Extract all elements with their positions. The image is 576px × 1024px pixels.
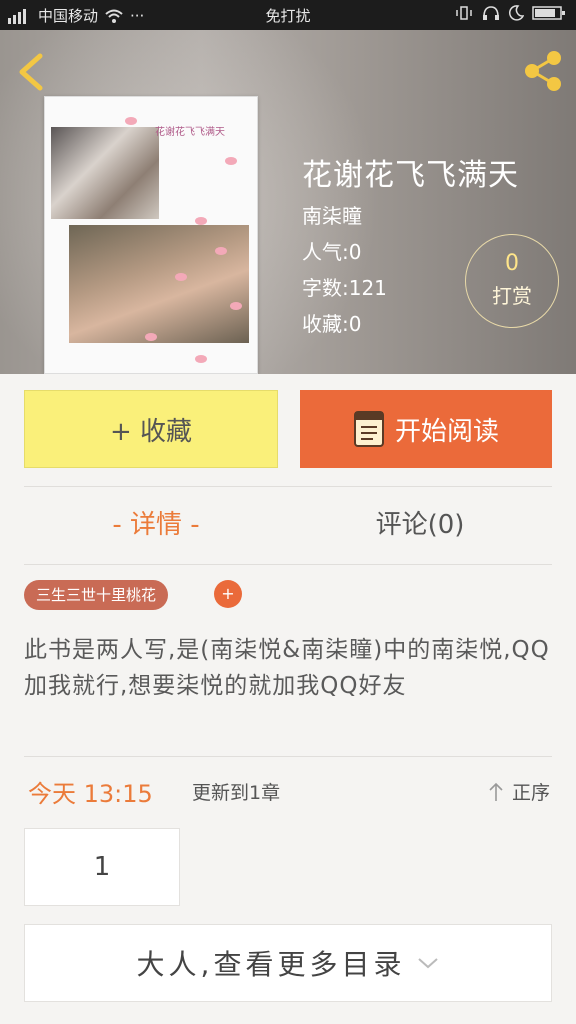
status-bar: 中国移动 ··· 免打扰 bbox=[0, 0, 576, 30]
start-reading-label: 开始阅读 bbox=[394, 416, 499, 447]
reward-count: 0 bbox=[505, 251, 519, 276]
battery-icon bbox=[532, 6, 565, 20]
book-icon bbox=[353, 411, 384, 447]
book-description: 此书是两人写,是(南柒悦&南柒瞳)中的南柒悦,QQ加我就行,想要柒悦的就加我QQ… bbox=[24, 637, 550, 699]
headphones-icon bbox=[483, 6, 499, 20]
favorite-button-label: + 收藏 bbox=[109, 416, 193, 447]
sort-order-toggle[interactable]: 正序 bbox=[488, 778, 550, 805]
word-count-stat: 字数:121 bbox=[302, 276, 387, 300]
back-icon[interactable] bbox=[14, 52, 50, 92]
start-reading-button[interactable]: 开始阅读 bbox=[300, 390, 552, 468]
more-catalog-label: 大人,查看更多目录 bbox=[136, 948, 406, 981]
book-cover: 花谢花飞飞满天 bbox=[44, 96, 258, 374]
popularity-stat: 人气:0 bbox=[302, 240, 362, 264]
reward-button[interactable]: 0 打赏 bbox=[465, 234, 559, 328]
book-header: 花谢花飞飞满天 花谢花飞飞满天 南柒瞳 人气:0 字数:121 收藏:0 0 打… bbox=[0, 30, 576, 374]
add-tag-button[interactable]: + bbox=[214, 580, 242, 608]
arrow-up-icon bbox=[489, 782, 503, 801]
category-tag[interactable]: 三生三世十里桃花 bbox=[24, 580, 169, 610]
update-chapter-text: 更新到1章 bbox=[192, 782, 281, 804]
book-title: 花谢花飞飞满天 bbox=[302, 158, 519, 193]
update-time: 今天 13:15 bbox=[28, 780, 153, 808]
author-name: 南柒瞳 bbox=[302, 204, 362, 228]
chevron-down-icon bbox=[418, 958, 439, 969]
cover-photo-top bbox=[51, 127, 159, 219]
more-catalog-button[interactable]: 大人,查看更多目录 bbox=[24, 924, 552, 1002]
share-icon[interactable] bbox=[522, 50, 564, 92]
tab-comments[interactable]: 评论(0) bbox=[288, 504, 552, 541]
favorites-stat: 收藏:0 bbox=[302, 312, 362, 336]
favorite-button[interactable]: + 收藏 bbox=[24, 390, 278, 468]
cover-photo-bottom bbox=[69, 225, 249, 343]
sort-order-label: 正序 bbox=[511, 782, 550, 804]
reward-label: 打赏 bbox=[492, 284, 532, 308]
moon-icon bbox=[508, 5, 524, 21]
divider bbox=[24, 564, 552, 565]
divider bbox=[24, 486, 552, 487]
vibrate-icon bbox=[456, 6, 472, 20]
cover-title-text: 花谢花飞飞满天 bbox=[155, 127, 225, 138]
divider bbox=[24, 756, 552, 757]
chapter-item[interactable]: 1 bbox=[24, 828, 180, 906]
tab-details[interactable]: - 详情 - bbox=[24, 504, 288, 541]
